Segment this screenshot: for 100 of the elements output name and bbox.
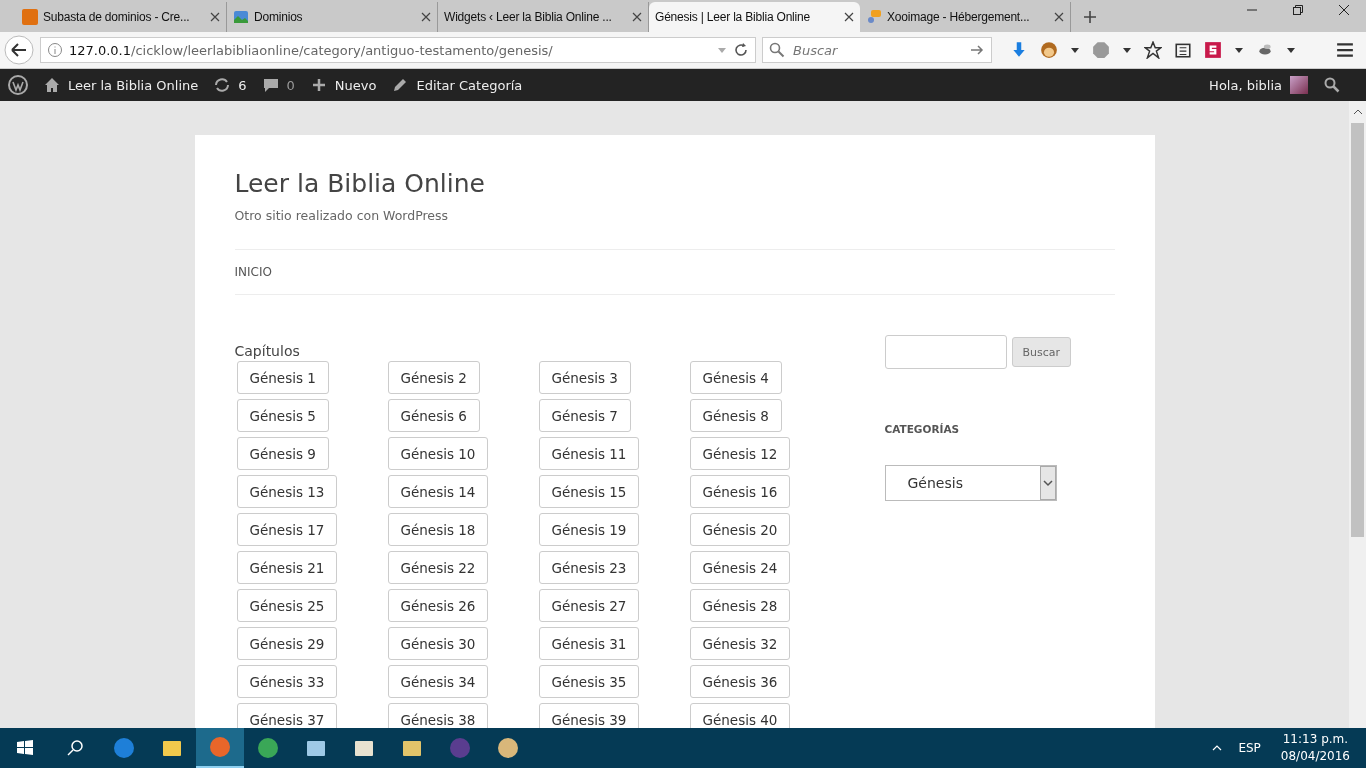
chapter-button[interactable]: Génesis 29 <box>236 627 338 660</box>
dropdown-icon[interactable] <box>1070 45 1080 55</box>
close-icon[interactable] <box>421 12 431 22</box>
chapter-button[interactable]: Génesis 30 <box>387 627 489 660</box>
chapter-button[interactable]: Génesis 33 <box>236 665 338 698</box>
star-icon[interactable] <box>1144 41 1162 59</box>
chapter-button[interactable]: Génesis 24 <box>689 551 791 584</box>
chapter-button[interactable]: Génesis 32 <box>689 627 791 660</box>
chapters-heading: Capítulos <box>234 343 301 359</box>
clock[interactable]: 11:13 p.m. 08/04/2016 <box>1280 731 1350 765</box>
search-button[interactable]: Buscar <box>1011 337 1072 367</box>
chapter-button[interactable]: Génesis 31 <box>538 627 640 660</box>
category-dropdown[interactable]: Génesis <box>884 465 1057 501</box>
nav-link[interactable]: INICIO <box>234 265 272 279</box>
avatar-icon <box>1290 76 1308 94</box>
chapter-button[interactable]: Génesis 9 <box>236 437 329 470</box>
chapter-button[interactable]: Génesis 8 <box>689 399 782 432</box>
chapter-button[interactable]: Génesis 35 <box>538 665 640 698</box>
extension-icon[interactable] <box>1204 41 1222 59</box>
chapter-button[interactable]: Génesis 11 <box>538 437 640 470</box>
chapter-button[interactable]: Génesis 4 <box>689 361 782 394</box>
chapter-button[interactable]: Génesis 21 <box>236 551 338 584</box>
dropdown-icon[interactable] <box>1122 45 1132 55</box>
chapter-button[interactable]: Génesis 6 <box>387 399 480 432</box>
chapter-button[interactable]: Génesis 16 <box>689 475 791 508</box>
close-icon[interactable] <box>1338 4 1350 16</box>
restore-icon[interactable] <box>1292 4 1304 16</box>
chapter-button[interactable]: Génesis 27 <box>538 589 640 622</box>
chapter-button[interactable]: Génesis 7 <box>538 399 631 432</box>
reload-icon[interactable] <box>733 42 749 58</box>
chat-bubble-icon <box>866 9 882 25</box>
app-icon <box>256 736 280 760</box>
site-link[interactable]: Leer la Biblia Online <box>44 77 199 93</box>
reading-list-icon[interactable] <box>1174 41 1192 59</box>
close-icon[interactable] <box>1054 12 1064 22</box>
chapter-button[interactable]: Génesis 18 <box>387 513 489 546</box>
new-link[interactable]: Nuevo <box>310 77 377 93</box>
landscape-icon <box>233 9 249 25</box>
chapter-button[interactable]: Génesis 13 <box>236 475 338 508</box>
chapter-button[interactable]: Génesis 36 <box>689 665 791 698</box>
chapter-button[interactable]: Génesis 40 <box>689 703 791 728</box>
stop-sign-icon[interactable] <box>1092 41 1110 59</box>
search-bar[interactable]: Buscar <box>762 37 992 63</box>
chapter-button[interactable]: Génesis 19 <box>538 513 640 546</box>
chapter-button[interactable]: Génesis 10 <box>387 437 489 470</box>
chapter-button[interactable]: Génesis 5 <box>236 399 329 432</box>
chapter-button[interactable]: Génesis 3 <box>538 361 631 394</box>
site-tagline: Otro sitio realizado con WordPress <box>234 208 450 223</box>
updates-link[interactable]: 6 <box>214 77 247 93</box>
dropdown-icon <box>1039 466 1056 500</box>
browser-tab[interactable]: Génesis | Leer la Biblia Online <box>649 2 860 32</box>
wordpress-logo-icon[interactable] <box>8 75 28 95</box>
info-icon <box>47 42 63 58</box>
close-icon[interactable] <box>210 12 220 22</box>
comment-icon <box>262 77 279 93</box>
comments-link[interactable]: 0 <box>262 77 295 93</box>
address-bar[interactable]: 127.0.0.1/cicklow/leerlabibliaonline/category/antiguo-testamento/genesis/ <box>40 37 756 63</box>
site-title[interactable]: Leer la Biblia Online <box>234 169 1115 198</box>
dropdown-icon[interactable] <box>1234 45 1244 55</box>
chapter-button[interactable]: Génesis 1 <box>236 361 329 394</box>
account-link[interactable]: Hola, biblia <box>1209 76 1308 94</box>
favicon-icon <box>22 9 38 25</box>
chapter-button[interactable]: Génesis 25 <box>236 589 338 622</box>
app-icon <box>208 735 232 759</box>
close-icon[interactable] <box>632 12 642 22</box>
chapter-button[interactable]: Génesis 37 <box>236 703 338 728</box>
categories-heading: CATEGORÍAS <box>884 423 961 435</box>
refresh-icon <box>214 77 231 93</box>
chapter-button[interactable]: Génesis 14 <box>387 475 489 508</box>
app-icon <box>112 736 136 760</box>
back-button[interactable] <box>4 35 34 65</box>
chapter-button[interactable]: Génesis 26 <box>387 589 489 622</box>
search-icon[interactable] <box>1324 77 1340 93</box>
edit-category-link[interactable]: Editar Categoría <box>392 77 523 93</box>
dropdown-icon[interactable] <box>1286 45 1296 55</box>
chapter-button[interactable]: Génesis 12 <box>689 437 791 470</box>
chapter-button[interactable]: Génesis 15 <box>538 475 640 508</box>
chapter-button[interactable]: Génesis 34 <box>387 665 489 698</box>
chapter-button[interactable]: Génesis 22 <box>387 551 489 584</box>
search-field[interactable] <box>884 335 1007 369</box>
menu-icon[interactable] <box>1336 41 1354 59</box>
chapter-button[interactable]: Génesis 2 <box>387 361 480 394</box>
chapter-button[interactable]: Génesis 23 <box>538 551 640 584</box>
chapter-button[interactable]: Génesis 20 <box>689 513 791 546</box>
windows-start-icon[interactable] <box>15 738 35 758</box>
home-icon <box>44 77 60 93</box>
chapter-button[interactable]: Génesis 17 <box>236 513 338 546</box>
scroll-up-icon[interactable] <box>1352 107 1363 117</box>
chapter-button[interactable]: Génesis 28 <box>689 589 791 622</box>
chapter-button[interactable]: Génesis 39 <box>538 703 640 728</box>
language-indicator[interactable]: ESP <box>1238 741 1261 755</box>
search-icon <box>769 42 785 58</box>
app-icon <box>496 736 520 760</box>
plus-icon <box>310 77 327 93</box>
close-icon[interactable] <box>844 12 854 22</box>
search-icon[interactable] <box>65 738 85 758</box>
scrollbar[interactable] <box>1349 101 1366 728</box>
new-tab-icon[interactable] <box>1083 10 1097 24</box>
pencil-icon <box>392 77 409 93</box>
chapter-button[interactable]: Génesis 38 <box>387 703 489 728</box>
